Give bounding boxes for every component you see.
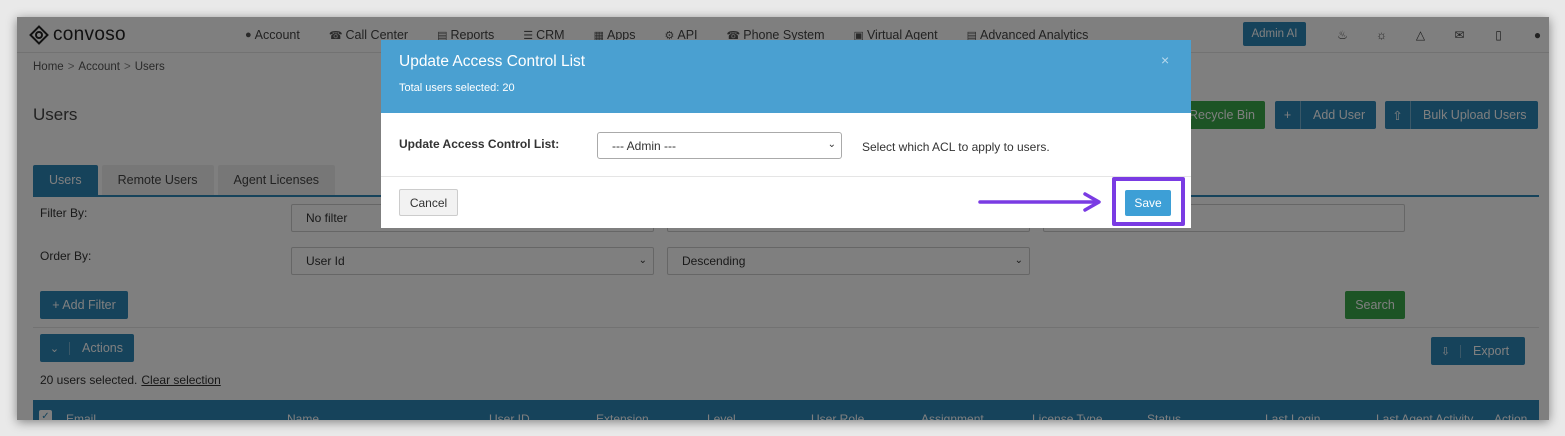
acl-help-text: Select which ACL to apply to users.	[862, 140, 1050, 154]
modal-header: Update Access Control List Total users s…	[381, 40, 1191, 113]
modal-subtitle: Total users selected: 20	[399, 82, 515, 94]
close-icon[interactable]: ×	[1161, 52, 1169, 68]
acl-select-value: --- Admin ---	[612, 138, 676, 153]
chevron-down-icon: ⌄	[827, 139, 836, 150]
cancel-button[interactable]: Cancel	[399, 189, 458, 216]
acl-field-label: Update Access Control List:	[399, 137, 560, 151]
acl-select[interactable]: --- Admin --- ⌄	[597, 132, 842, 159]
modal-body: Update Access Control List: --- Admin --…	[381, 113, 1191, 177]
annotation-highlight-box	[1112, 177, 1185, 226]
app-window: convoso ●Account ☎Call Center ▤Reports ☰…	[17, 17, 1549, 420]
annotation-arrow-icon	[978, 192, 1101, 212]
modal-title: Update Access Control List	[399, 53, 586, 70]
